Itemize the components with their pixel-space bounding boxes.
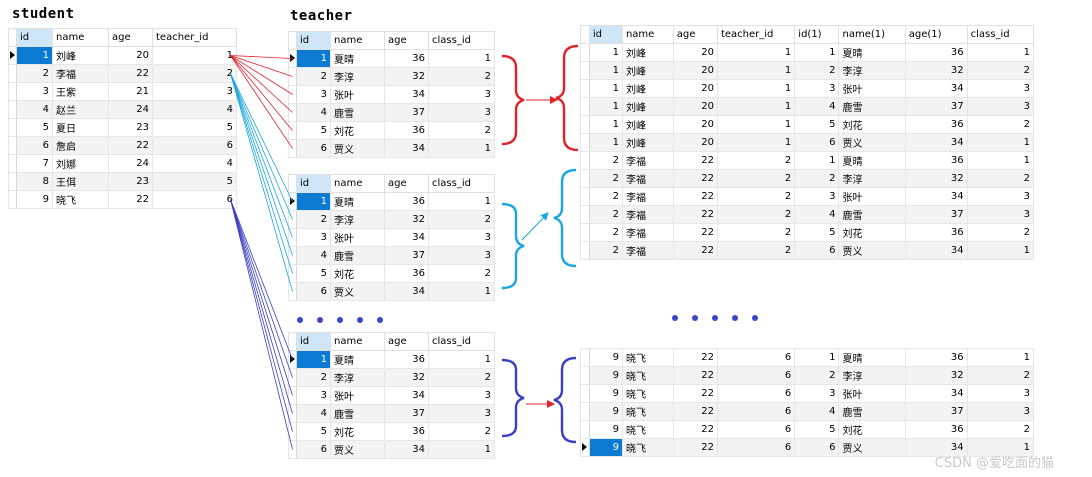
connector-line [230, 73, 293, 220]
cyan-right-brace [501, 202, 525, 290]
cyan-arrow [521, 212, 549, 241]
connector-overlay [230, 44, 579, 450]
blue-right-brace [501, 358, 525, 438]
connector-line [230, 199, 293, 414]
connector-line [230, 199, 293, 360]
red-left-brace [555, 44, 579, 152]
blue-left-brace [553, 356, 577, 444]
watermark: CSDN @爱吃面的猫 [934, 456, 1054, 471]
connector-line [230, 199, 293, 432]
connector-line [230, 55, 293, 77]
connector-line [230, 199, 293, 450]
connector-line [230, 73, 293, 238]
red-right-brace [501, 54, 525, 146]
connector-line [230, 55, 293, 95]
cyan-fanout-lines [230, 73, 293, 292]
connector-line [230, 55, 293, 59]
cyan-left-brace [553, 168, 577, 268]
blue-fanout-lines [230, 199, 293, 450]
connector-line [230, 199, 293, 378]
